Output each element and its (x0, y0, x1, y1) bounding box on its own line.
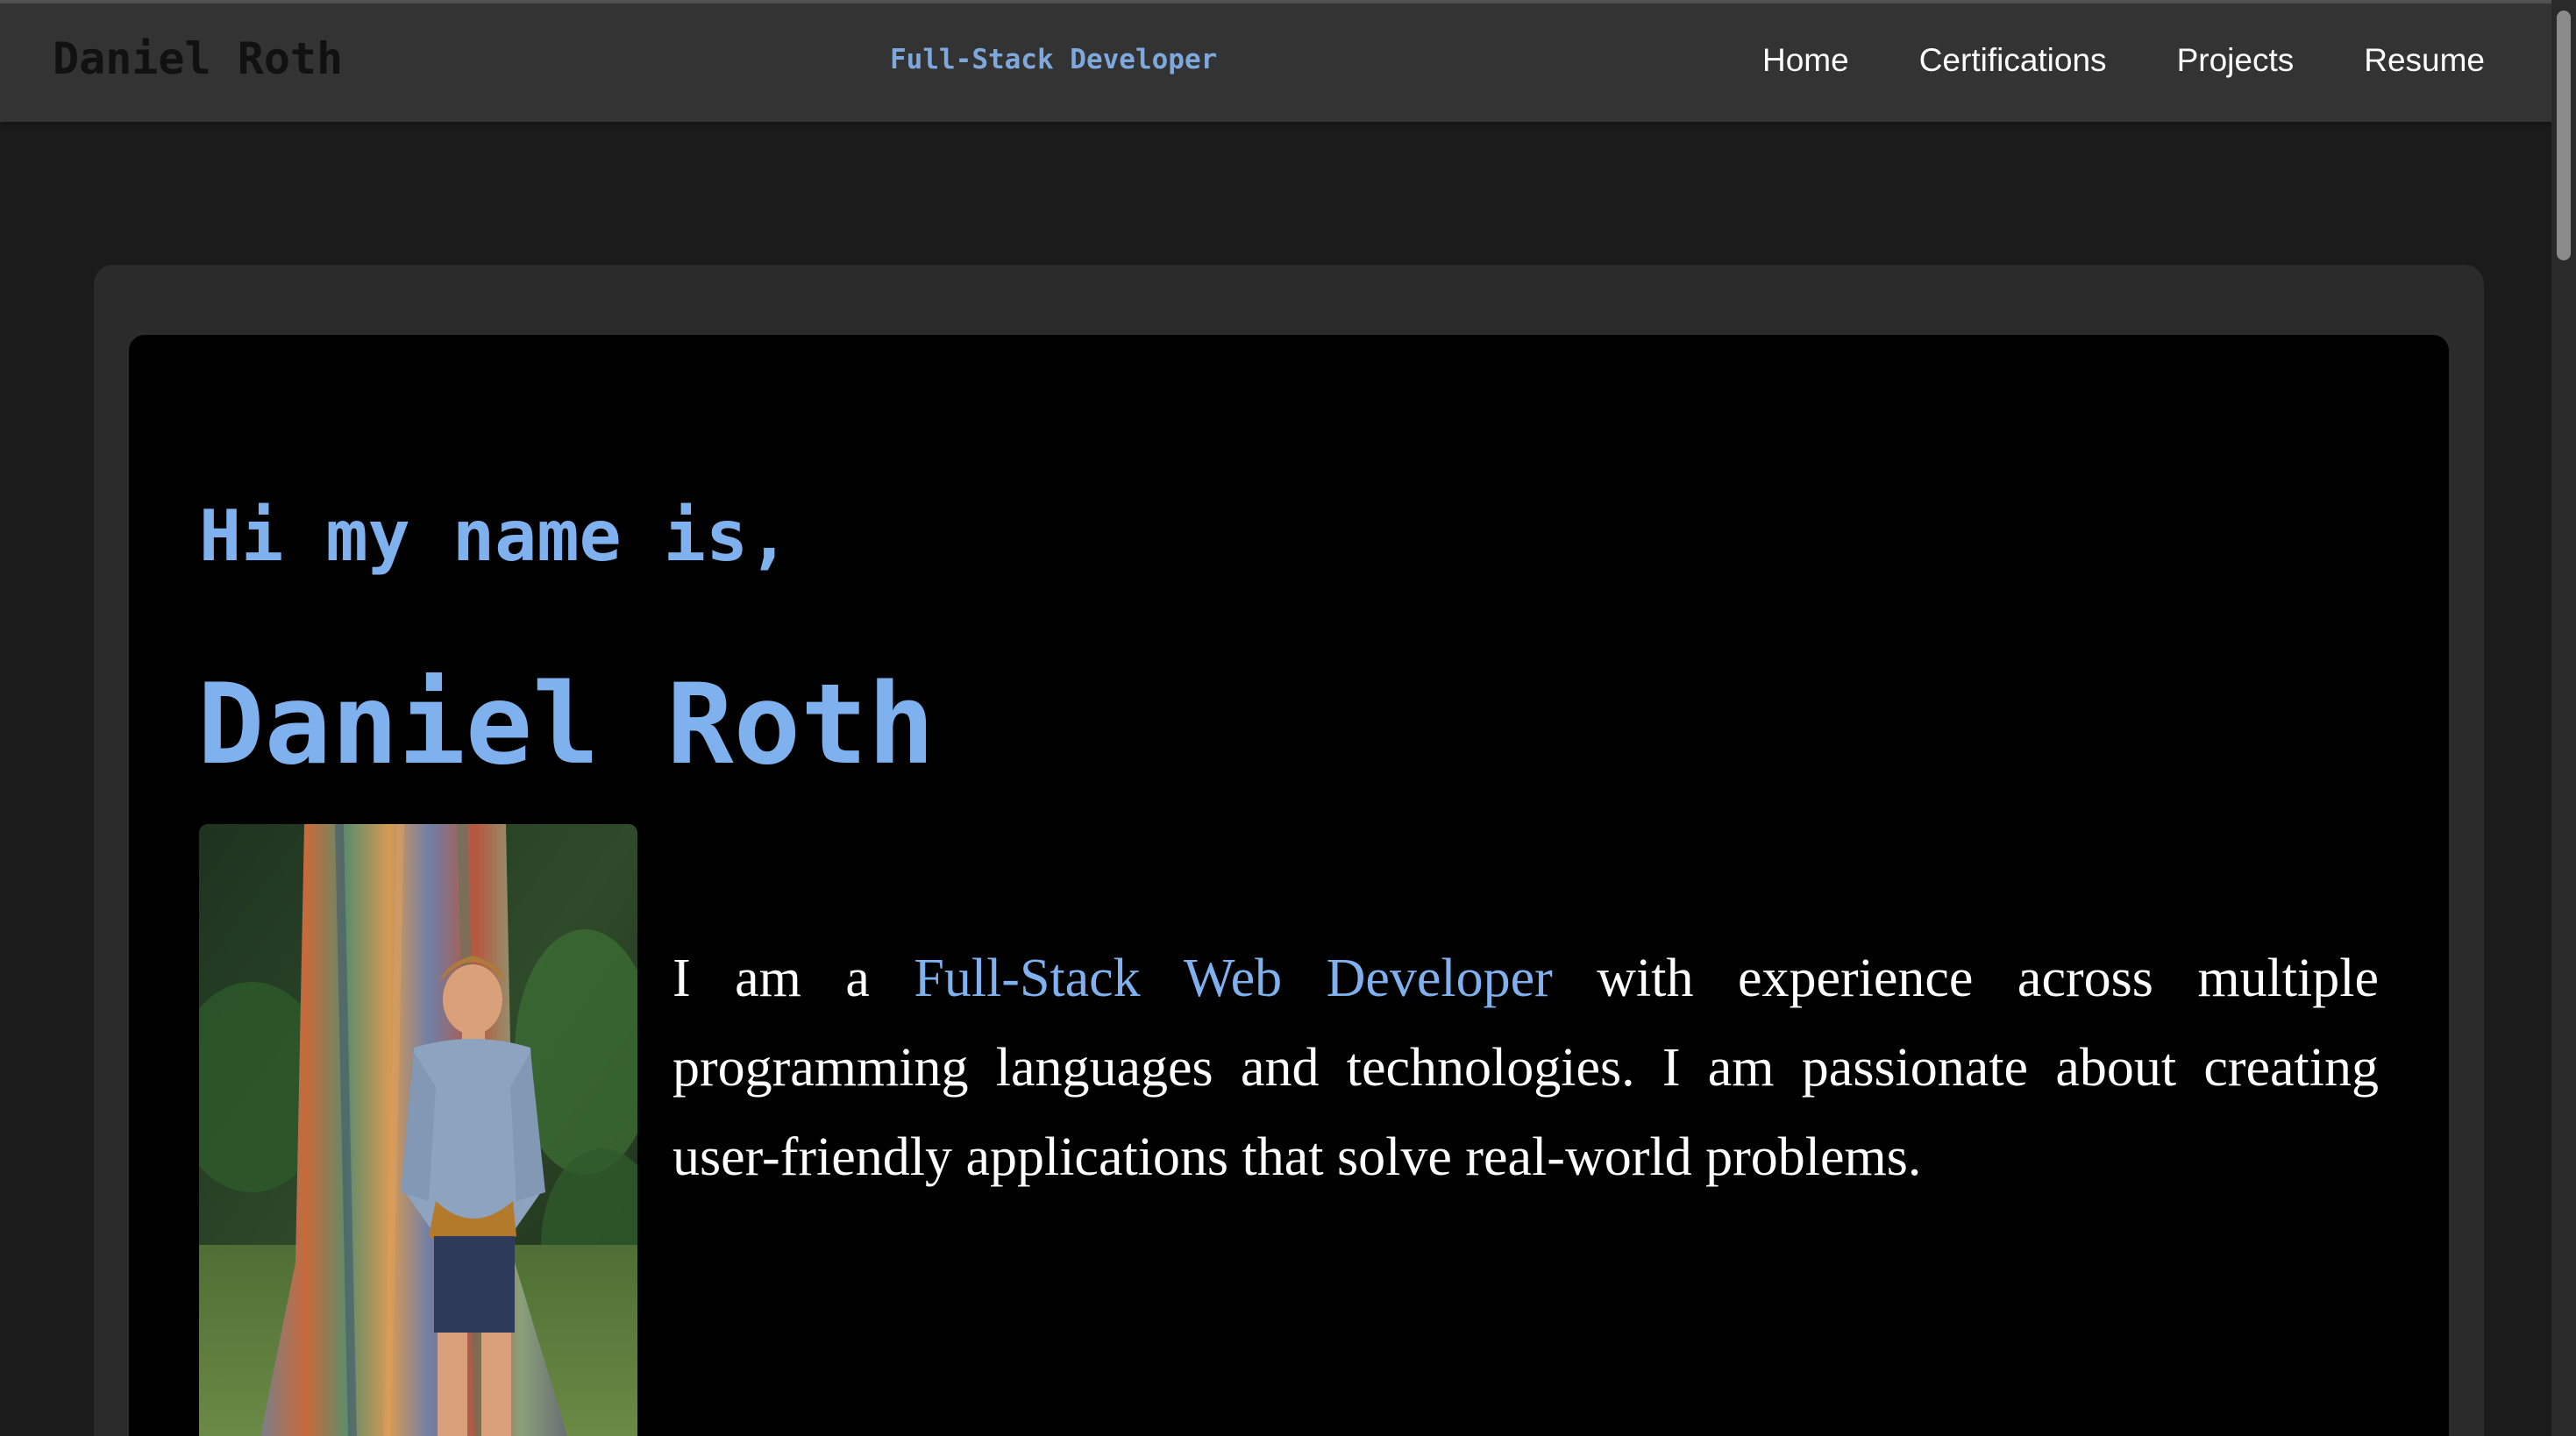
profile-photo (199, 824, 637, 1436)
brand-name[interactable]: Daniel Roth (53, 33, 343, 84)
nav-link-resume[interactable]: Resume (2364, 42, 2485, 79)
page-scrollbar[interactable] (2551, 0, 2576, 1436)
hero-bio: I am a Full-Stack Web Developer with exp… (672, 934, 2379, 1202)
nav-link-certifications[interactable]: Certifications (1919, 42, 2107, 79)
hero-greeting: Hi my name is, (199, 495, 791, 577)
brand-tagline: Full-Stack Developer (890, 44, 1218, 75)
bio-highlight: Full-Stack Web Developer (914, 949, 1553, 1008)
scrollbar-thumb[interactable] (2557, 11, 2571, 260)
hero-name: Daniel Roth (197, 659, 936, 789)
nav-link-home[interactable]: Home (1762, 42, 1849, 79)
navbar: Daniel Roth Full-Stack Developer Home Ce… (0, 4, 2551, 122)
bio-prefix: I am a (672, 949, 914, 1008)
nav-links: Home Certifications Projects Resume (1762, 42, 2485, 79)
nav-link-projects[interactable]: Projects (2177, 42, 2295, 79)
